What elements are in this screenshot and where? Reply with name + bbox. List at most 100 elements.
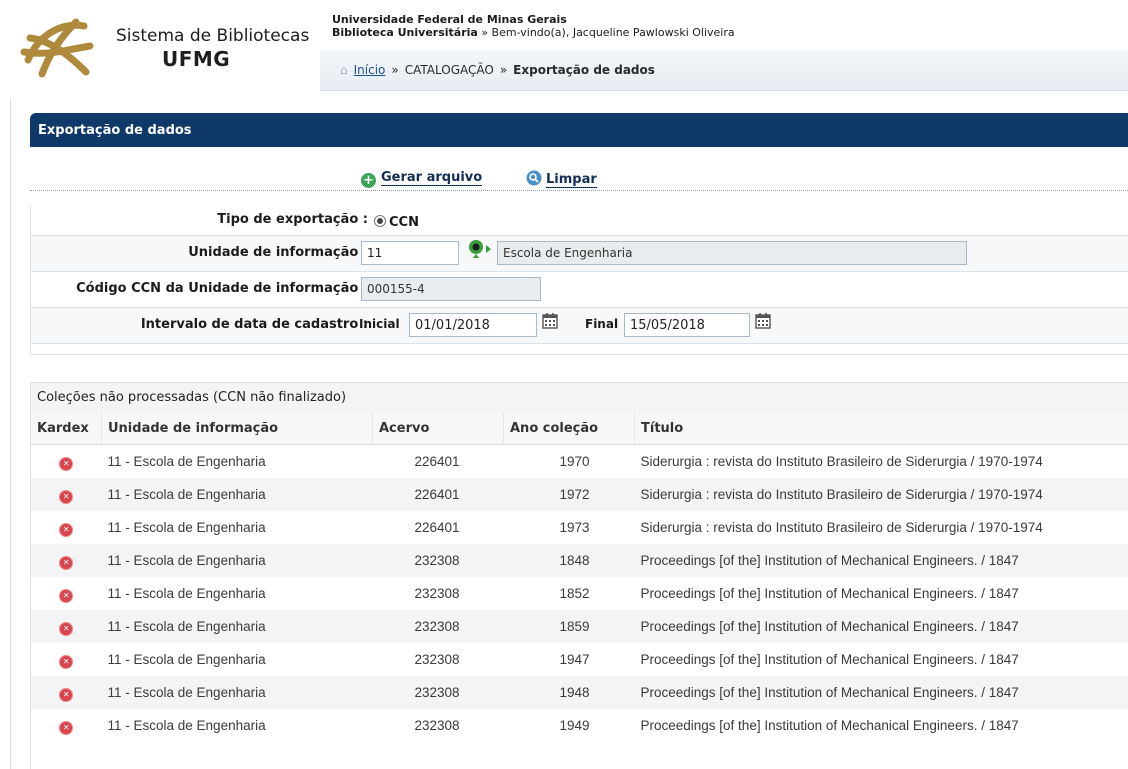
acervo-cell: 232308 <box>372 676 504 709</box>
table-row: ✕ 11 - Escola de Engenharia 232308 1848 Proc… <box>31 544 1128 577</box>
date-range-label: Intervalo de data de cadastro : <box>140 317 368 332</box>
unit-code-input[interactable] <box>361 241 459 265</box>
table-caption: Coleções não processadas (CCN não finali… <box>31 382 1128 413</box>
kardex-cell: ✕ <box>31 610 102 643</box>
unit-cell: 11 - Escola de Engenharia <box>101 610 373 643</box>
ccn-code-field <box>361 277 541 301</box>
collections-table: Kardex Unidade de informação Acervo Ano … <box>31 412 1128 742</box>
kardex-cell: ✕ <box>31 709 102 742</box>
export-type-label: Tipo de exportação : <box>217 212 368 227</box>
start-date-input[interactable] <box>409 313 537 337</box>
unit-cell: 11 - Escola de Engenharia <box>107 520 266 535</box>
acervo-cell: 232308 <box>414 586 460 601</box>
information-unit-label: Unidade de informação : <box>188 245 368 260</box>
unit-cell: 11 - Escola de Engenharia <box>107 586 266 601</box>
title-cell: Proceedings [of the] Institution of Mech… <box>640 718 1019 733</box>
welcome-text: » Bem-vindo(a), Jacqueline Pawlowski Oli… <box>481 26 735 39</box>
form-footer-strip <box>30 344 1128 355</box>
acervo-cell: 226401 <box>414 454 460 469</box>
table-header-row: Kardex Unidade de informação Acervo Ano … <box>31 412 1128 445</box>
breadcrumb-separator: » <box>391 63 399 77</box>
year-cell: 1972 <box>503 478 635 511</box>
panel-title: Exportação de dados <box>38 123 192 138</box>
unprocessed-collections-section: Coleções não processadas (CCN não finali… <box>30 382 1128 769</box>
year-cell: 1949 <box>559 718 590 733</box>
export-form: Tipo de exportação : CCN Unidade de info… <box>30 205 1128 355</box>
university-name: Universidade Federal de Minas Gerais <box>332 13 567 26</box>
generate-file-label: Gerar arquivo <box>381 170 483 186</box>
library-name: Biblioteca Universitária <box>332 26 478 39</box>
kardex-icon[interactable]: ✕ <box>60 655 73 668</box>
generate-file-button[interactable]: + Gerar arquivo <box>361 170 483 188</box>
ufmg-knot-logo <box>20 18 94 78</box>
table-caption-text: Coleções não processadas (CCN não finali… <box>37 390 347 405</box>
toolbar: + Gerar arquivo Limpar <box>30 168 1128 191</box>
col-header-titulo: Título <box>634 412 1128 445</box>
title-cell: Proceedings [of the] Institution of Mech… <box>634 676 1128 709</box>
clear-button[interactable]: Limpar <box>526 170 597 188</box>
acervo-cell: 226401 <box>372 478 504 511</box>
breadcrumb-catalogacao: CATALOGAÇÃO <box>404 63 494 77</box>
kardex-icon[interactable]: ✕ <box>60 688 73 701</box>
acervo-cell: 226401 <box>414 520 460 535</box>
row-ccn-code: Código CCN da Unidade de informação : <box>30 272 1128 308</box>
kardex-cell: ✕ <box>31 676 102 709</box>
brand-subtitle: UFMG <box>162 47 231 71</box>
col-header-acervo: Acervo <box>372 412 504 445</box>
row-export-type: Tipo de exportação : CCN <box>30 205 1128 236</box>
col-header-ano: Ano coleção <box>503 412 635 445</box>
kardex-icon[interactable]: ✕ <box>60 556 73 569</box>
table-row: ✕ 11 - Escola de Engenharia 232308 1859 Proc… <box>31 610 1128 643</box>
row-information-unit: Unidade de informação : <box>30 236 1128 272</box>
unit-cell: 11 - Escola de Engenharia <box>101 676 373 709</box>
lookup-icon[interactable] <box>467 239 493 259</box>
kardex-cell: ✕ <box>31 445 102 479</box>
title-cell: Siderurgia : revista do Instituto Brasil… <box>634 478 1128 511</box>
kardex-cell: ✕ <box>31 511 102 544</box>
kardex-cell: ✕ <box>31 544 102 577</box>
ccn-radio[interactable] <box>374 215 386 227</box>
table-row: ✕ 11 - Escola de Engenharia 226401 1973 Side… <box>31 511 1128 544</box>
table-row: ✕ 11 - Escola de Engenharia 232308 1947 Proc… <box>31 643 1128 676</box>
end-date-input[interactable] <box>624 313 750 337</box>
breadcrumb-home-link[interactable]: Início <box>354 63 386 77</box>
title-cell: Proceedings [of the] Institution of Mech… <box>640 652 1019 667</box>
row-date-range: Intervalo de data de cadastro : Inicial … <box>30 308 1128 344</box>
breadcrumb: ⌂ Início » CATALOGAÇÃO » Exportação de dados <box>340 63 655 77</box>
table-row: ✕ 11 - Escola de Engenharia 232308 1949 Proc… <box>31 709 1128 742</box>
title-cell: Siderurgia : revista do Instituto Brasil… <box>640 454 1043 469</box>
home-icon: ⌂ <box>340 63 348 77</box>
breadcrumb-separator: » <box>499 63 508 77</box>
left-divider <box>10 98 11 769</box>
year-cell: 1848 <box>503 544 635 577</box>
breadcrumb-current: Exportação de dados <box>513 63 655 77</box>
acervo-cell: 232308 <box>414 652 460 667</box>
unit-cell: 11 - Escola de Engenharia <box>101 478 373 511</box>
magnifier-icon <box>526 170 542 186</box>
acervo-cell: 232308 <box>414 718 460 733</box>
library-line: Biblioteca Universitária » Bem-vindo(a),… <box>332 26 735 39</box>
start-date-calendar-icon[interactable] <box>541 312 559 330</box>
end-date-calendar-icon[interactable] <box>754 312 772 330</box>
kardex-icon[interactable]: ✕ <box>60 490 73 503</box>
kardex-icon[interactable]: ✕ <box>60 457 73 470</box>
clear-label: Limpar <box>546 172 597 188</box>
table-row: ✕ 11 - Escola de Engenharia 226401 1972 Side… <box>31 478 1128 511</box>
breadcrumb-bar: ⌂ Início » CATALOGAÇÃO » Exportação de dados <box>320 50 1128 91</box>
table-row: ✕ 11 - Escola de Engenharia 226401 1970 Side… <box>31 445 1128 479</box>
title-cell: Proceedings [of the] Institution of Mech… <box>640 586 1019 601</box>
kardex-icon[interactable]: ✕ <box>60 589 73 602</box>
unit-name-field <box>497 241 967 265</box>
kardex-icon[interactable]: ✕ <box>60 622 73 635</box>
unit-cell: 11 - Escola de Engenharia <box>107 718 266 733</box>
ccn-radio-label: CCN <box>389 215 419 230</box>
kardex-icon[interactable]: ✕ <box>60 523 73 536</box>
ccn-code-label: Código CCN da Unidade de informação : <box>76 281 368 296</box>
kardex-icon[interactable]: ✕ <box>60 721 73 734</box>
plus-circle-icon: + <box>361 173 376 188</box>
year-cell: 1970 <box>559 454 590 469</box>
unit-cell: 11 - Escola de Engenharia <box>101 544 373 577</box>
panel-header: Exportação de dados <box>30 113 1128 147</box>
kardex-cell: ✕ <box>31 643 102 676</box>
end-date-label: Final <box>585 317 619 331</box>
